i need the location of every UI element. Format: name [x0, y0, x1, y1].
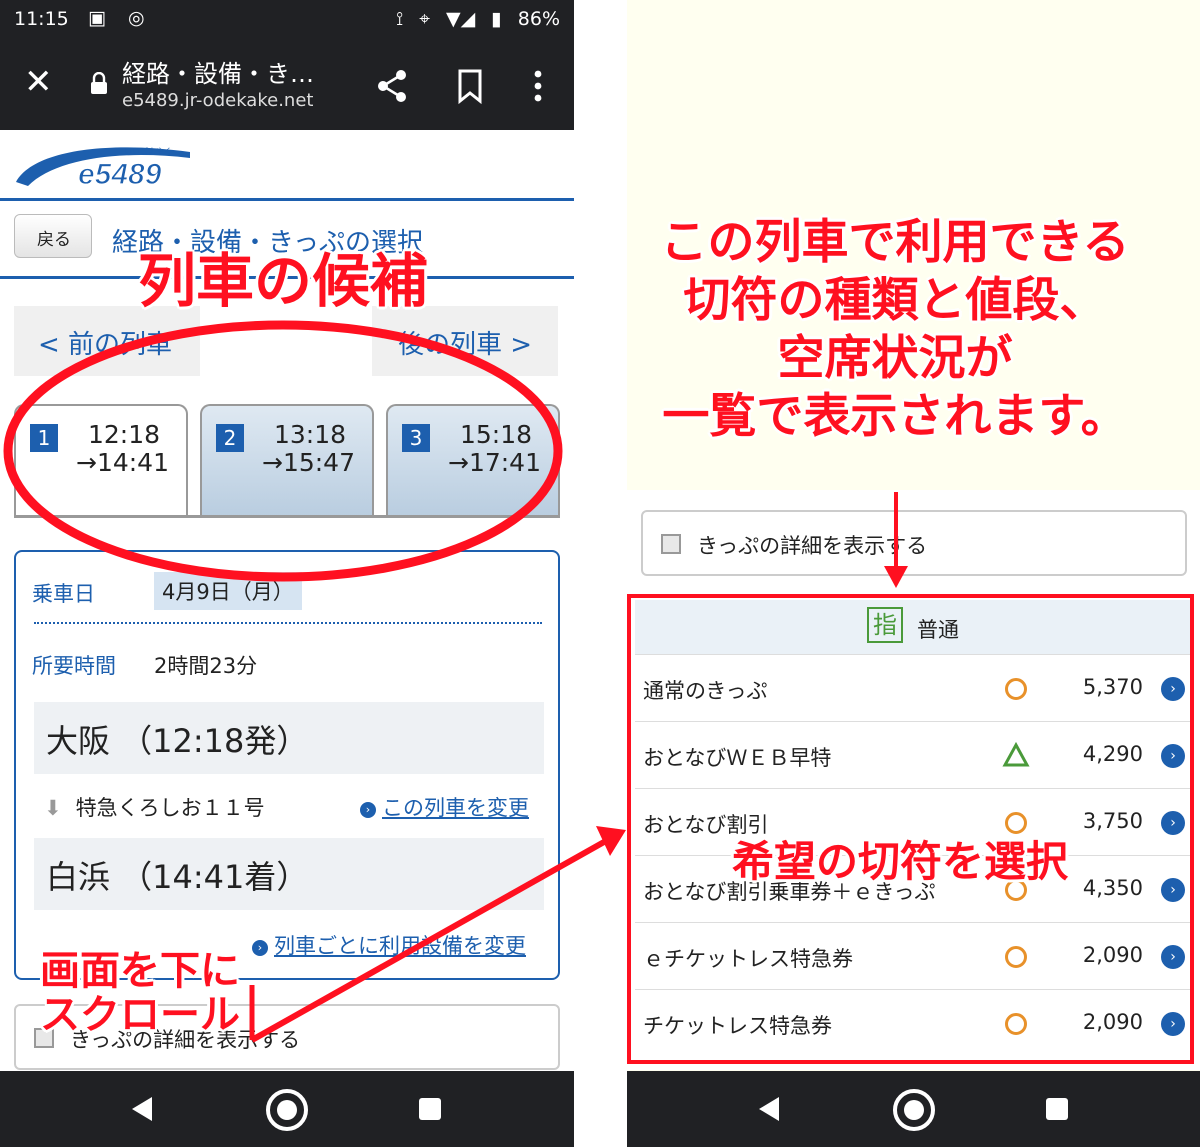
fare-name: ｅチケットレス特急券 — [643, 947, 853, 971]
ticket-detail-toggle-2[interactable]: きっぷの詳細を表示する — [641, 510, 1187, 576]
fare-name: おとなびＷＥＢ早特 — [643, 746, 832, 770]
train-tab-departure: 13:18 — [274, 420, 347, 449]
android-nav-bar — [0, 1071, 574, 1147]
fare-table-header: 指 普通 — [635, 600, 1191, 654]
tab-baseline — [14, 515, 560, 518]
train-candidates-annotation: 列車の候補 — [138, 247, 429, 315]
train-tab-2[interactable]: 2 13:18 →15:47 — [200, 404, 374, 516]
date-label: 乗車日 — [32, 582, 95, 606]
explain-line-1: この列車で利用できる — [660, 215, 1130, 270]
page-title: 経路・設備・き… — [122, 60, 314, 88]
train-tab-departure: 12:18 — [88, 420, 161, 449]
fare-row[interactable]: ｅチケットレス特急券 2,090 › — [635, 922, 1191, 988]
explain-line-4: 一覧で表示されます。 — [662, 389, 1128, 444]
fare-price: 4,290 — [1082, 742, 1143, 766]
detail-checkbox[interactable] — [661, 534, 681, 554]
chevron-right-icon[interactable]: › — [1161, 878, 1185, 902]
fare-price: 2,090 — [1082, 1010, 1143, 1034]
change-train-link[interactable]: › この列車を変更 — [360, 792, 529, 822]
e5489-logo[interactable]: e5489 いいごよやく — [12, 138, 192, 194]
fare-price: 3,750 — [1082, 809, 1143, 833]
signal-icon: ▼◢ — [445, 8, 476, 30]
recents-nav-icon[interactable] — [418, 1097, 442, 1121]
change-train-link-label: この列車を変更 — [382, 796, 529, 820]
back-button[interactable]: 戻る — [14, 214, 92, 258]
nfc-icon: ⟟ — [396, 8, 404, 30]
change-equipment-link-label: 列車ごとに利用設備を変更 — [274, 934, 526, 958]
fare-price: 4,350 — [1082, 876, 1143, 900]
train-tab-number: 3 — [402, 424, 430, 452]
fare-row[interactable]: 通常のきっぷ 5,370 › — [635, 654, 1191, 720]
header-divider — [0, 198, 574, 201]
close-icon[interactable]: ✕ — [24, 62, 53, 102]
chevron-right-icon[interactable]: › — [1161, 1012, 1185, 1036]
few-seats-triangle-icon — [1002, 741, 1030, 767]
back-nav-icon[interactable] — [128, 1095, 156, 1123]
fare-name: チケットレス特急券 — [643, 1014, 832, 1038]
train-tab-departure: 15:18 — [460, 420, 533, 449]
explain-line-3: 空席状況が — [777, 331, 1013, 386]
explain-annotation: この列車で利用できる 切符の種類と値段、 空席状況が 一覧で表示されます。 — [645, 214, 1145, 446]
chevron-right-icon: › — [360, 802, 376, 818]
right-phone-screen: きっぷの詳細を表示する 指 普通 通常のきっぷ 5,370 › おとなびＷＥＢ早特 4,… — [627, 0, 1200, 1147]
departure-station: 大阪 （12:18発） — [34, 702, 544, 774]
home-nav-icon[interactable] — [891, 1087, 937, 1133]
train-name: 特急くろしお１１号 — [75, 796, 265, 820]
available-circle-icon — [1005, 678, 1027, 700]
share-icon[interactable] — [372, 66, 412, 106]
battery-icon: ▮ — [491, 8, 502, 30]
down-arrow-icon: ⬇ — [44, 796, 62, 820]
change-equipment-link[interactable]: › 列車ごとに利用設備を変更 — [252, 930, 526, 960]
duration-value: 2時間23分 — [154, 654, 258, 678]
location-icon: ⌖ — [419, 8, 430, 30]
train-tab-number: 2 — [216, 424, 244, 452]
home-nav-icon[interactable] — [264, 1087, 310, 1133]
fare-name: 通常のきっぷ — [643, 679, 768, 703]
logo-reading: いいごよやく — [124, 146, 172, 156]
date-value: 4月9日（月） — [154, 572, 302, 610]
chevron-right-icon[interactable]: › — [1161, 677, 1185, 701]
train-tab-arrival: →14:41 — [76, 448, 169, 477]
train-name-row: ⬇ 特急くろしお１１号 — [44, 792, 265, 822]
status-time: 11:15 — [14, 8, 69, 30]
lock-icon — [91, 72, 107, 94]
row-divider — [34, 622, 542, 624]
fare-price: 2,090 — [1082, 943, 1143, 967]
chevron-right-icon[interactable]: › — [1161, 744, 1185, 768]
fare-price: 5,370 — [1082, 675, 1143, 699]
train-tab-arrival: →17:41 — [448, 448, 541, 477]
notification-icons: ▣ ◎ — [88, 7, 153, 29]
duration-label: 所要時間 — [32, 654, 116, 678]
train-tab-3[interactable]: 3 15:18 →17:41 — [386, 404, 560, 516]
arrival-station: 白浜 （14:41着） — [34, 838, 544, 910]
fare-row[interactable]: チケットレス特急券 2,090 › — [635, 989, 1191, 1055]
train-tab-1[interactable]: 1 12:18 →14:41 — [14, 404, 188, 516]
chevron-right-icon[interactable]: › — [1161, 945, 1185, 969]
detail-toggle-label: きっぷの詳細を表示する — [697, 534, 928, 558]
select-fare-annotation: 希望の切符を選択 — [732, 837, 1069, 886]
chevron-right-icon[interactable]: › — [1161, 811, 1185, 835]
android-nav-bar-2 — [627, 1071, 1200, 1147]
battery-percent: 86% — [517, 8, 560, 30]
logo-text: e5489 — [78, 158, 162, 191]
available-circle-icon — [1005, 946, 1027, 968]
scroll-arrow-head — [596, 826, 626, 856]
more-menu-icon[interactable] — [518, 66, 558, 106]
page-url[interactable]: e5489.jr-odekake.net — [122, 90, 313, 111]
status-bar: 11:15 ▣ ◎ ⟟ ⌖ ▼◢ ▮ 86% — [0, 0, 574, 40]
chevron-right-icon: › — [252, 940, 268, 956]
train-tab-arrival: →15:47 — [262, 448, 355, 477]
trip-info-card: 乗車日 4月9日（月） 所要時間 2時間23分 大阪 （12:18発） ⬇ 特急く… — [14, 550, 560, 980]
browser-toolbar: ✕ 経路・設備・き… e5489.jr-odekake.net — [0, 40, 574, 130]
fare-row[interactable]: おとなびＷＥＢ早特 4,290 › — [635, 721, 1191, 787]
explain-line-2: 切符の種類と値段、 — [683, 273, 1107, 328]
available-circle-icon — [1005, 1013, 1027, 1035]
back-nav-icon[interactable] — [755, 1095, 783, 1123]
seat-class: 普通 — [917, 618, 959, 642]
scroll-annotation-line2: スクロール — [40, 992, 240, 1038]
reserved-seat-icon: 指 — [867, 607, 903, 643]
bookmark-icon[interactable] — [450, 66, 490, 106]
recents-nav-icon[interactable] — [1045, 1097, 1069, 1121]
train-tab-number: 1 — [30, 424, 58, 452]
